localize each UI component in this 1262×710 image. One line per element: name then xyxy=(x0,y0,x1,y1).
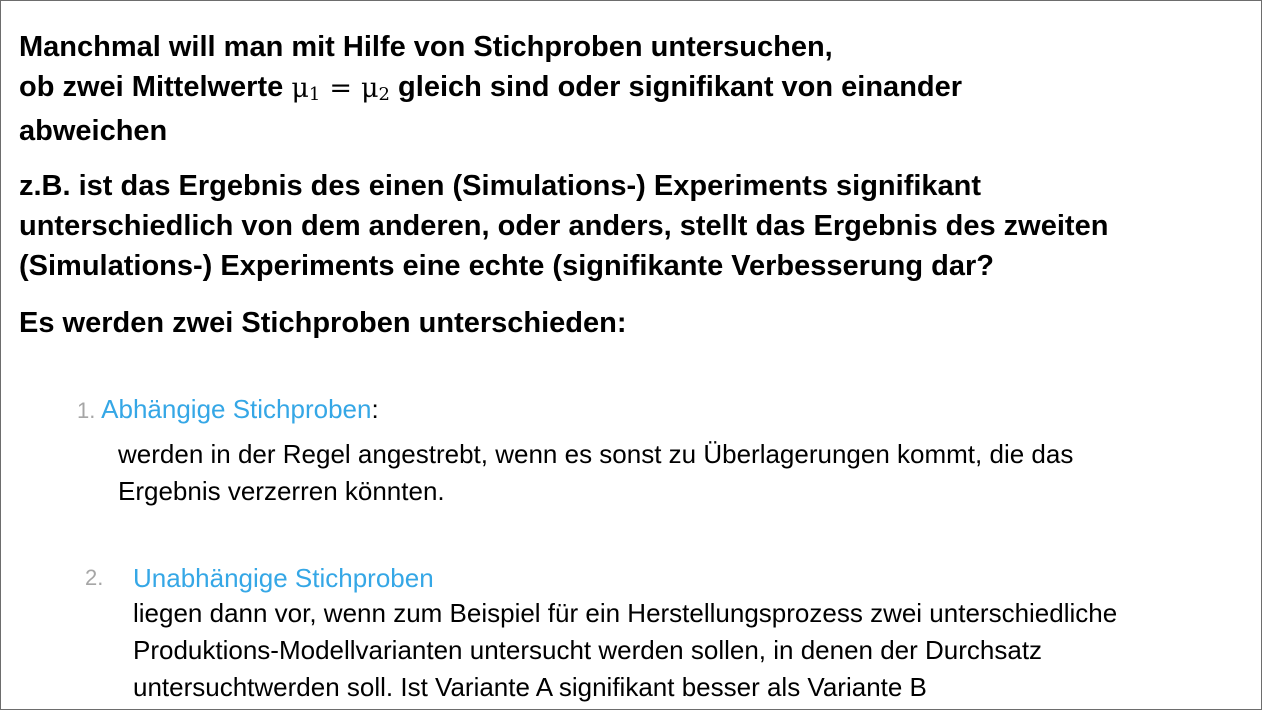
list-item-dependent-samples: 1. Abhängige Stichproben: xyxy=(77,391,379,429)
intro-line-2-before: ob zwei Mittelwerte xyxy=(19,71,284,103)
list-number-1: 1. xyxy=(77,398,96,423)
mu-symbol-2: μ xyxy=(360,73,379,104)
independent-samples-line-2: Produktions-Modellvarianten untersucht w… xyxy=(133,635,1043,665)
example-line-3: (Simulations-) Experiments eine echte (s… xyxy=(19,250,994,282)
mean-equality-formula: μ1 = μ2 xyxy=(291,73,390,105)
independent-samples-description: liegen dann vor, wenn zum Beispiel für e… xyxy=(133,595,1117,706)
example-paragraph: z.B. ist das Ergebnis des einen (Simulat… xyxy=(19,166,1108,286)
independent-samples-title: Unabhängige Stichproben xyxy=(133,563,434,593)
example-line-1: z.B. ist das Ergebnis des einen (Simulat… xyxy=(19,170,982,202)
intro-line-2-after: gleich sind oder signifikant von einande… xyxy=(398,71,963,103)
dependent-samples-line-2: Ergebnis verzerren könnten. xyxy=(118,476,445,506)
equals-sign: = xyxy=(329,73,352,104)
mu-subscript-2: 2 xyxy=(378,84,390,105)
example-line-2: unterschiedlich von dem anderen, oder an… xyxy=(19,210,1109,242)
mu-symbol-1: μ xyxy=(291,73,309,104)
independent-samples-line-1: liegen dann vor, wenn zum Beispiel für e… xyxy=(133,598,1118,628)
intro-line-2: ob zwei Mittelwerte μ1 = μ2 gleich sind od… xyxy=(19,67,962,111)
types-heading: Es werden zwei Stichproben unterschieden… xyxy=(19,307,627,339)
list-number-2: 2. xyxy=(85,565,104,590)
intro-line-1: Manchmal will man mit Hilfe von Stichpro… xyxy=(19,31,833,63)
dependent-samples-line-1: werden in der Regel angestrebt, wenn es … xyxy=(118,439,1074,469)
intro-line-3: abweichen xyxy=(19,115,168,147)
intro-paragraph: Manchmal will man mit Hilfe von Stichpro… xyxy=(19,27,962,151)
mu-subscript-1: 1 xyxy=(308,84,321,105)
dependent-samples-description: werden in der Regel angestrebt, wenn es … xyxy=(118,436,1073,510)
independent-samples-line-3: untersuchtwerden soll. Ist Variante A si… xyxy=(133,672,927,702)
dependent-samples-colon: : xyxy=(371,394,379,424)
dependent-samples-title: Abhängige Stichproben xyxy=(101,394,372,424)
slide: Manchmal will man mit Hilfe von Stichpro… xyxy=(0,0,1262,710)
